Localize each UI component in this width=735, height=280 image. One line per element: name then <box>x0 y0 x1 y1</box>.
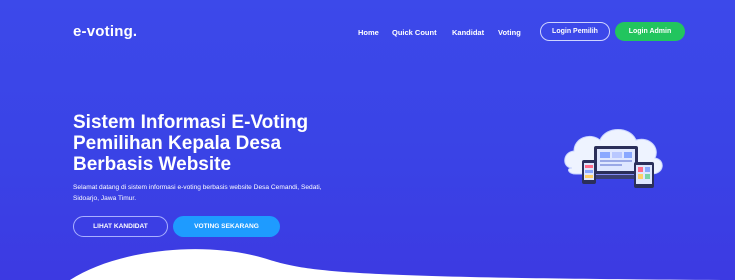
devices-cloud-illustration <box>564 129 663 188</box>
hero-subtitle: Selamat datang di sistem informasi e-vot… <box>73 184 322 202</box>
login-pemilih-button[interactable]: Login Pemilih <box>540 22 610 41</box>
nav-quick-count-link[interactable]: Quick Count <box>392 28 437 37</box>
login-admin-button[interactable]: Login Admin <box>615 22 685 41</box>
voting-sekarang-button[interactable]: VOTING SEKARANG <box>173 216 280 237</box>
lihat-kandidat-button[interactable]: LIHAT KANDIDAT <box>73 216 168 237</box>
phone-icon <box>582 160 596 184</box>
hero-section: e-voting. Home Quick Count Kandidat Voti… <box>0 0 735 280</box>
hero-title-part2: Pemilihan Kepala Desa Berbasis Website <box>73 133 282 175</box>
tablet-icon <box>634 162 654 188</box>
bottom-wave-divider <box>70 249 735 280</box>
nav-kandidat-link[interactable]: Kandidat <box>452 28 484 37</box>
hero-title-part1: Sistem Informasi <box>73 112 232 133</box>
nav-voting-link[interactable]: Voting <box>498 28 521 37</box>
hero-title: Sistem Informasi E-Voting Pemilihan Kepa… <box>73 112 343 175</box>
hero-title-highlight: E-Voting <box>231 112 309 133</box>
nav-home-link[interactable]: Home <box>358 28 379 37</box>
